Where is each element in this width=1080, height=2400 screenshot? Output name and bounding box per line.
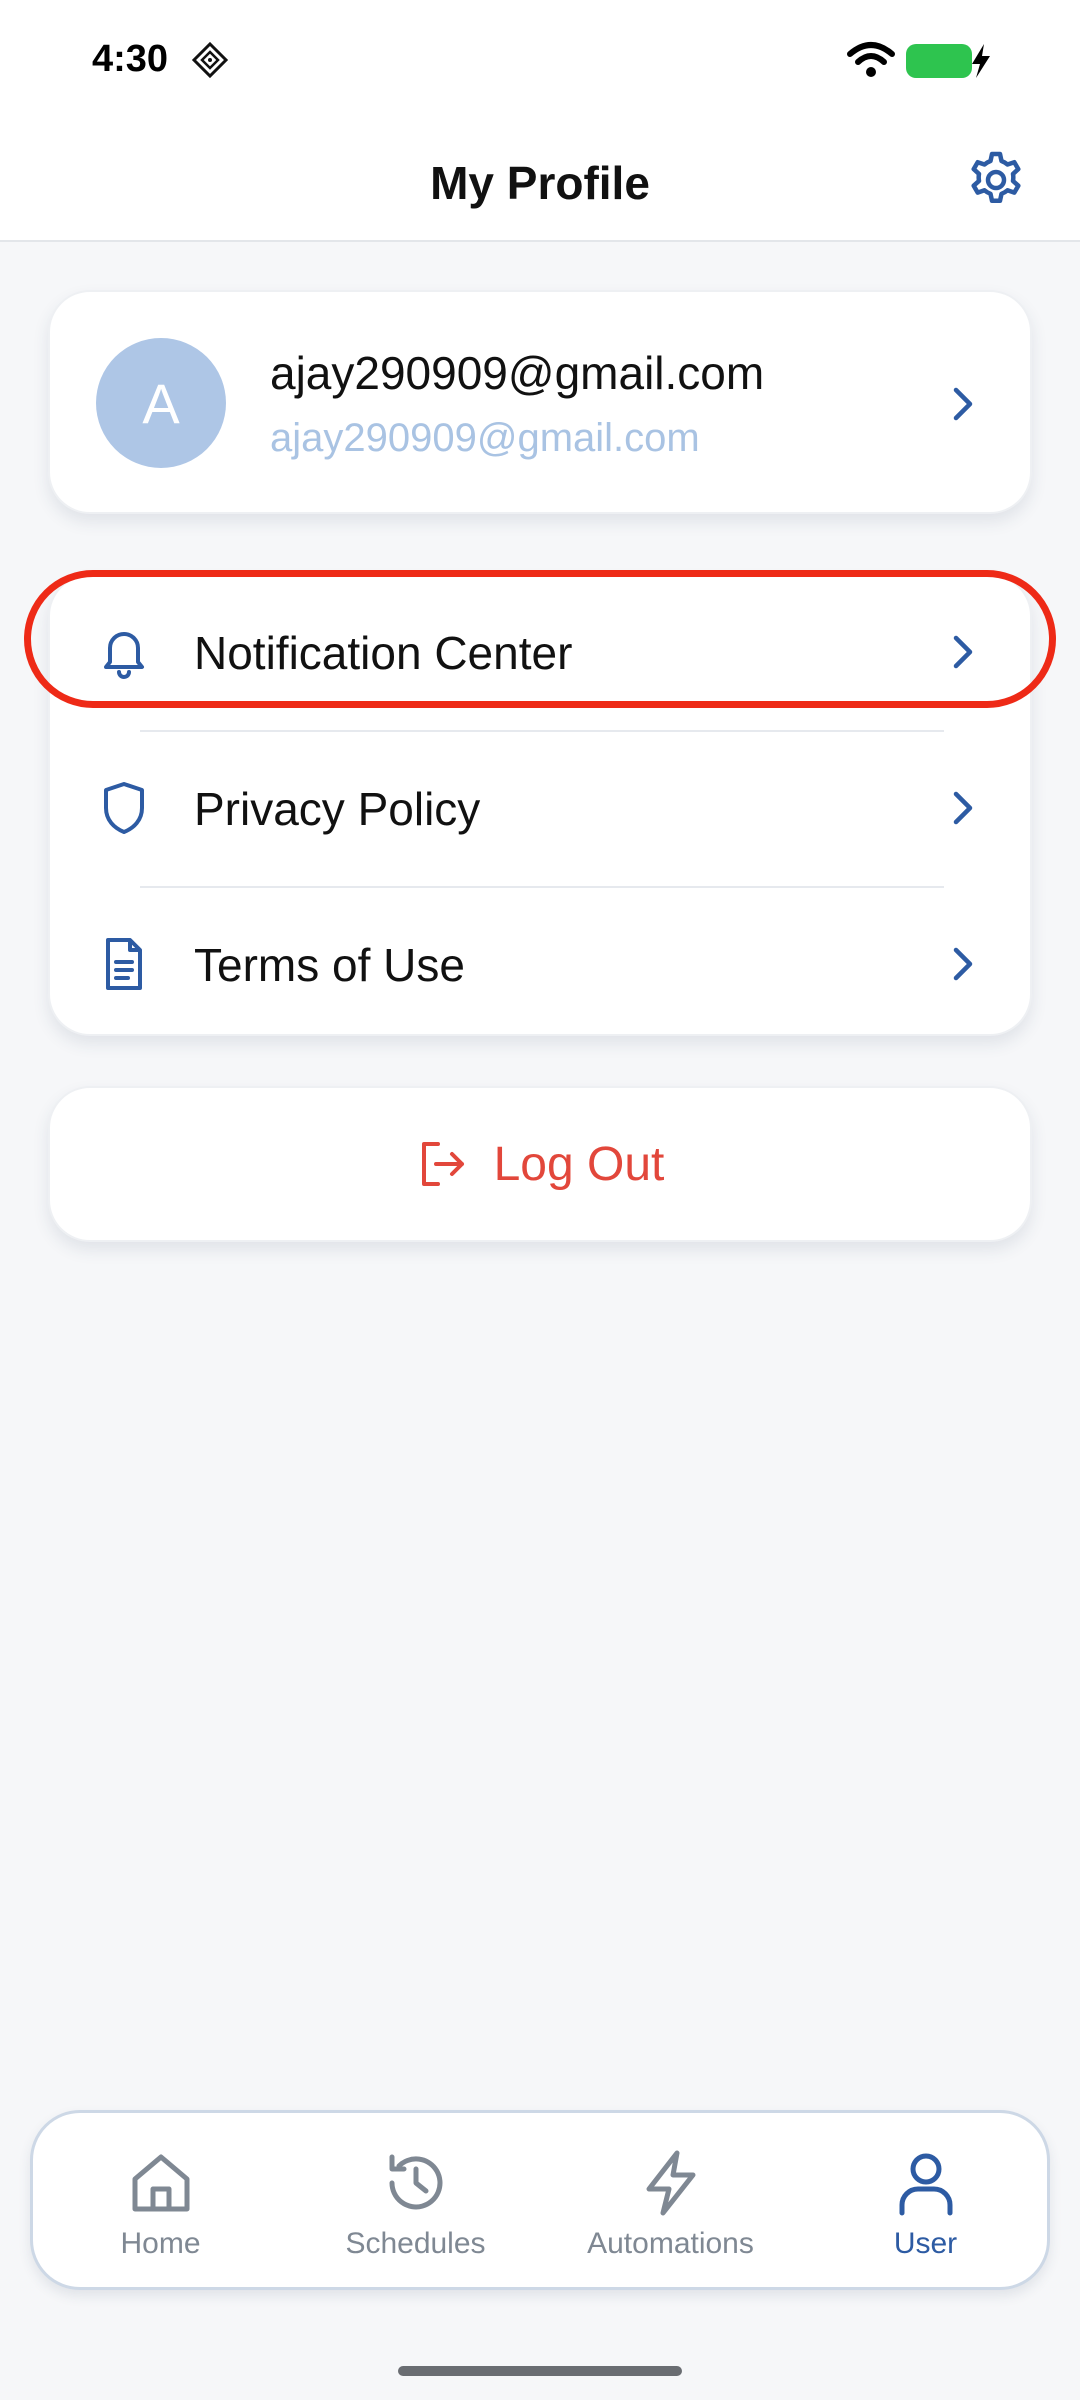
avatar: A [96,338,226,468]
shield-icon [104,782,144,834]
history-icon [389,2154,443,2210]
page-title: My Profile [430,157,650,209]
user-icon [899,2153,953,2216]
tab-label: User [893,2227,958,2260]
menu-item-terms-of-use[interactable]: Terms of Use [50,888,1034,1042]
chevron-right-icon [953,387,973,421]
menu-item-label: Terms of Use [194,939,465,991]
network-status-icon [191,41,229,79]
menu-item-notification-center[interactable]: Notification Center [50,576,1034,730]
tab-user[interactable]: User [798,2113,1053,2293]
home-indicator[interactable] [398,2366,682,2376]
profile-name: ajay290909@gmail.com [270,347,765,399]
status-time: 4:30 [92,38,169,80]
wifi-icon [847,42,895,77]
battery-charging-icon [906,44,990,78]
header: My Profile [0,120,1080,242]
logout-button[interactable]: Log Out [48,1086,1032,1242]
lightning-icon [646,2150,696,2216]
gear-icon[interactable] [966,150,1026,210]
chevron-right-icon [953,635,973,669]
tab-schedules[interactable]: Schedules [288,2113,543,2293]
chevron-right-icon [953,947,973,981]
menu-item-label: Notification Center [194,627,573,679]
document-icon [106,938,142,990]
menu-card: Notification Center Privacy Policy Terms… [48,574,1032,1036]
tab-automations[interactable]: Automations [543,2113,798,2293]
bell-icon [104,632,144,679]
tab-home[interactable]: Home [33,2113,288,2293]
profile-card[interactable]: A ajay290909@gmail.com ajay290909@gmail.… [48,290,1032,514]
profile-email: ajay290909@gmail.com [270,416,700,460]
home-icon [132,2154,190,2212]
logout-icon [421,1142,464,1186]
menu-item-privacy-policy[interactable]: Privacy Policy [50,732,1034,886]
bottom-tab-bar: Home Schedules Automations User [30,2110,1050,2290]
menu-item-label: Privacy Policy [194,783,481,835]
logout-label: Log Out [493,1137,665,1191]
chevron-right-icon [953,791,973,825]
tab-label: Home [120,2227,201,2260]
tab-label: Automations [587,2227,754,2260]
tab-label: Schedules [345,2227,486,2260]
status-bar: 4:30 [0,0,1080,120]
